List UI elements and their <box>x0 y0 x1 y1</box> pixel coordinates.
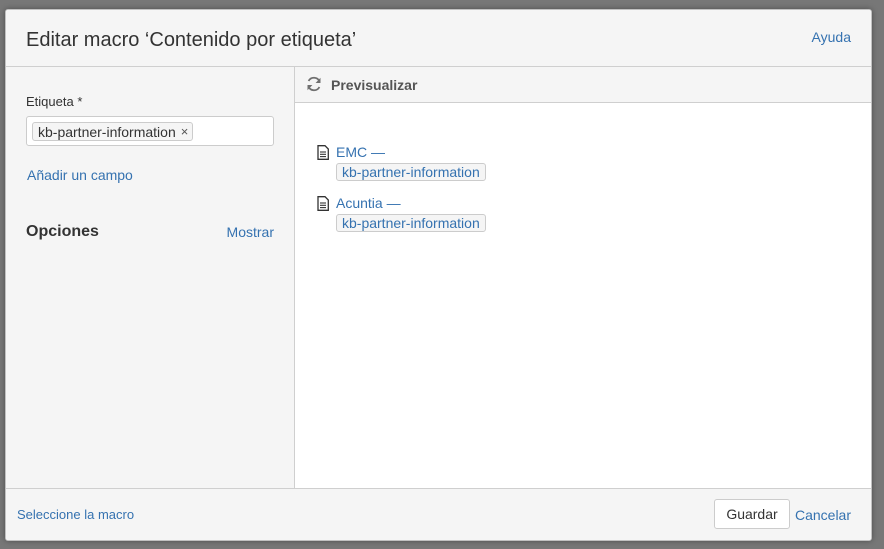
show-options-link[interactable]: Mostrar <box>227 224 274 240</box>
remove-tag-icon[interactable]: × <box>181 124 189 140</box>
options-heading: Opciones <box>26 223 99 240</box>
preview-header: Previsualizar <box>295 67 871 103</box>
selected-tag-text: kb-partner-information <box>38 124 176 140</box>
page-icon <box>317 145 329 160</box>
dialog-title: Editar macro ‘Contenido por etiqueta’ <box>26 29 357 51</box>
label-field-label: Etiqueta * <box>26 94 83 109</box>
refresh-icon[interactable] <box>306 76 322 92</box>
preview-label: Previsualizar <box>331 77 418 93</box>
add-field-link[interactable]: Añadir un campo <box>27 167 133 183</box>
save-button[interactable]: Guardar <box>714 499 790 529</box>
help-link[interactable]: Ayuda <box>812 29 851 45</box>
selected-tag-chip: kb-partner-information × <box>32 122 194 141</box>
result-tag[interactable]: kb-partner-information <box>336 163 486 181</box>
preview-panel: Previsualizar EMC — kb-partner-informati… <box>295 67 871 490</box>
result-tag[interactable]: kb-partner-information <box>336 214 486 232</box>
macro-parameters-panel: Etiqueta * kb-partner-information × Añad… <box>6 67 295 490</box>
page-icon <box>317 196 329 211</box>
edit-macro-dialog: Editar macro ‘Contenido por etiqueta’ Ay… <box>5 9 872 541</box>
dialog-header: Editar macro ‘Contenido por etiqueta’ Ay… <box>6 10 871 67</box>
cancel-link[interactable]: Cancelar <box>795 507 851 523</box>
result-title-link[interactable]: Acuntia — <box>336 195 401 211</box>
result-title-link[interactable]: EMC — <box>336 144 385 160</box>
dialog-footer: Seleccione la macro Guardar Cancelar <box>6 488 871 540</box>
select-macro-link[interactable]: Seleccione la macro <box>17 507 134 522</box>
label-input[interactable]: kb-partner-information × <box>26 116 274 146</box>
